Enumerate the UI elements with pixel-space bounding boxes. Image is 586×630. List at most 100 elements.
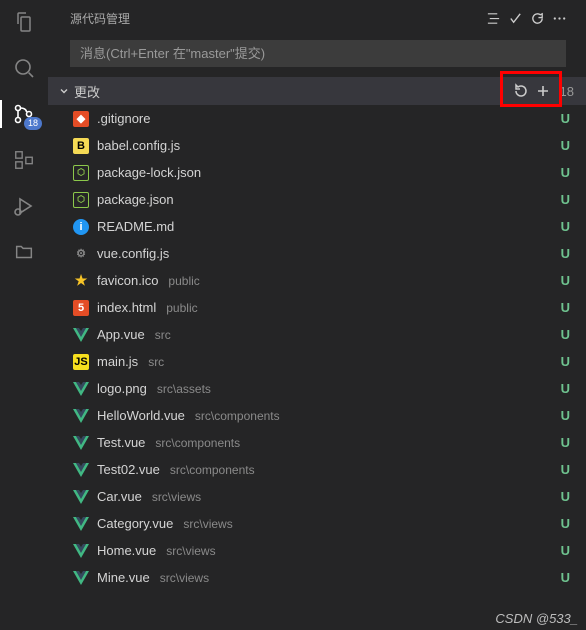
stage-all-icon[interactable]	[532, 80, 554, 102]
file-name: HelloWorld.vue	[97, 408, 185, 423]
file-row[interactable]: ⬡package.jsonU	[48, 186, 586, 213]
file-status: U	[561, 327, 570, 342]
vue-icon	[73, 489, 89, 505]
changes-label: 更改	[74, 82, 510, 101]
search-icon[interactable]	[10, 54, 38, 82]
file-status: U	[561, 300, 570, 315]
file-path: src	[155, 328, 171, 342]
changes-count: 18	[560, 84, 574, 99]
file-row[interactable]: ◆ .gitignore U	[48, 105, 586, 132]
chevron-down-icon	[56, 85, 72, 97]
file-status: U	[561, 111, 570, 126]
vue-icon	[73, 516, 89, 532]
file-status: U	[561, 138, 570, 153]
file-name: .gitignore	[97, 111, 150, 126]
file-path: src\components	[155, 436, 240, 450]
file-path: public	[168, 274, 199, 288]
file-row[interactable]: App.vue src U	[48, 321, 586, 348]
vue-icon	[73, 327, 89, 343]
file-row[interactable]: Test02.vuesrc\componentsU	[48, 456, 586, 483]
file-status: U	[561, 489, 570, 504]
file-status: U	[561, 165, 570, 180]
git-icon: ◆	[73, 111, 89, 127]
vue-icon	[73, 462, 89, 478]
panel-title: 源代码管理	[70, 10, 482, 27]
file-name: Mine.vue	[97, 570, 150, 585]
file-status: U	[561, 408, 570, 423]
file-row[interactable]: Home.vue src\views U	[48, 537, 586, 564]
file-name: Category.vue	[97, 516, 173, 531]
file-row[interactable]: Bbabel.config.jsU	[48, 132, 586, 159]
file-row[interactable]: Mine.vue src\views U	[48, 564, 586, 591]
file-path: src\views	[160, 571, 209, 585]
file-row[interactable]: HelloWorld.vue src\components U	[48, 402, 586, 429]
file-status: U	[561, 543, 570, 558]
commit-message-input[interactable]	[70, 40, 566, 67]
file-status: U	[561, 570, 570, 585]
file-name: favicon.ico	[97, 273, 158, 288]
file-name: logo.png	[97, 381, 147, 396]
source-control-icon[interactable]: 18	[10, 100, 38, 128]
folder-icon[interactable]	[10, 238, 38, 266]
node-icon: ⬡	[73, 192, 89, 208]
js-icon: JS	[73, 354, 89, 370]
file-name: Test.vue	[97, 435, 145, 450]
file-status: U	[561, 516, 570, 531]
vue-icon	[73, 543, 89, 559]
file-row[interactable]: ★ favicon.ico public U	[48, 267, 586, 294]
html-icon: 5	[73, 300, 89, 316]
file-name: vue.config.js	[97, 246, 169, 261]
file-path: src\components	[195, 409, 280, 423]
changes-section-header[interactable]: 更改 18	[48, 77, 586, 105]
file-status: U	[561, 354, 570, 369]
file-name: package-lock.json	[97, 165, 201, 180]
file-name: README.md	[97, 219, 174, 234]
file-path: src\views	[166, 544, 215, 558]
file-status: U	[561, 246, 570, 261]
file-name: main.js	[97, 354, 138, 369]
file-path: src\views	[152, 490, 201, 504]
file-row[interactable]: iREADME.mdU	[48, 213, 586, 240]
view-tree-icon[interactable]	[482, 7, 504, 29]
file-path: src\components	[170, 463, 255, 477]
commit-icon[interactable]	[504, 7, 526, 29]
file-path: src\views	[183, 517, 232, 531]
file-path: public	[166, 301, 197, 315]
more-icon[interactable]	[548, 7, 570, 29]
file-status: U	[561, 381, 570, 396]
file-row[interactable]: Car.vue src\views U	[48, 483, 586, 510]
file-row[interactable]: logo.png src\assets U	[48, 375, 586, 402]
run-debug-icon[interactable]	[10, 192, 38, 220]
vue-icon	[73, 381, 89, 397]
source-control-panel: 源代码管理 更改 18 ◆.gitignoreUBbabel.config.js…	[48, 0, 586, 630]
extensions-icon[interactable]	[10, 146, 38, 174]
refresh-icon[interactable]	[526, 7, 548, 29]
explorer-icon[interactable]	[10, 8, 38, 36]
file-row[interactable]: Category.vue src\views U	[48, 510, 586, 537]
file-status: U	[561, 462, 570, 477]
activity-bar: 18	[0, 0, 48, 630]
file-status: U	[561, 192, 570, 207]
file-status: U	[561, 219, 570, 234]
file-row[interactable]: ⬡ package-lock.json U	[48, 159, 586, 186]
file-name: Car.vue	[97, 489, 142, 504]
file-row[interactable]: Test.vuesrc\componentsU	[48, 429, 586, 456]
node-icon: ⬡	[73, 165, 89, 181]
file-name: Home.vue	[97, 543, 156, 558]
file-path: src	[148, 355, 164, 369]
badge-count: 18	[24, 117, 42, 130]
file-name: App.vue	[97, 327, 145, 342]
file-row[interactable]: ⚙vue.config.jsU	[48, 240, 586, 267]
star-icon: ★	[73, 273, 89, 289]
vue-icon	[73, 435, 89, 451]
file-row[interactable]: JS main.js src U	[48, 348, 586, 375]
file-list: ◆.gitignoreUBbabel.config.jsU⬡package-lo…	[48, 105, 586, 630]
file-status: U	[561, 273, 570, 288]
file-row[interactable]: 5 index.html public U	[48, 294, 586, 321]
file-name: babel.config.js	[97, 138, 180, 153]
vue-icon	[73, 408, 89, 424]
discard-all-icon[interactable]	[510, 80, 532, 102]
file-name: index.html	[97, 300, 156, 315]
commit-area	[70, 40, 566, 67]
file-path: src\assets	[157, 382, 211, 396]
